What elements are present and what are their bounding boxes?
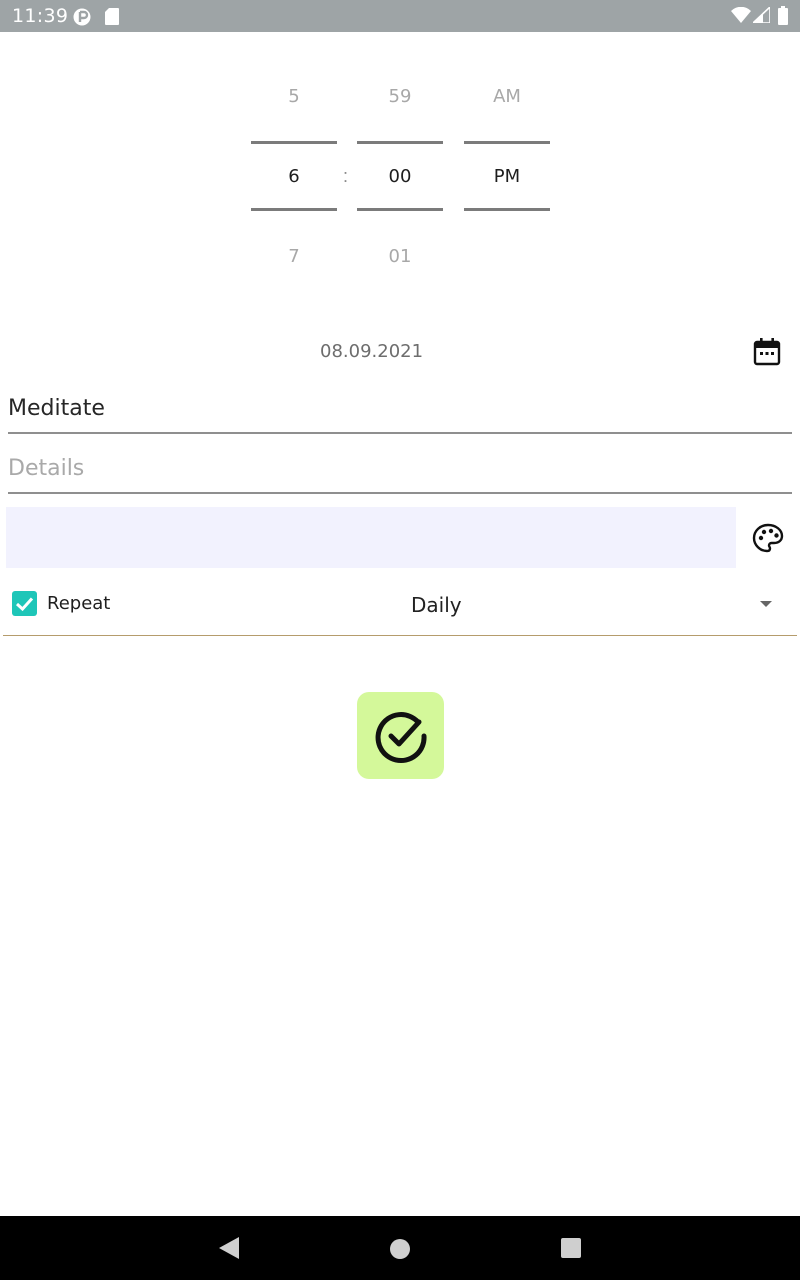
period-current[interactable]: PM — [464, 166, 550, 187]
back-icon[interactable] — [219, 1237, 239, 1259]
repeat-checkbox[interactable] — [12, 591, 37, 616]
minute-picker[interactable]: 59 00 01 — [357, 60, 443, 280]
cell-signal-icon — [753, 7, 770, 23]
period-prev[interactable]: AM — [464, 86, 550, 107]
hour-picker[interactable]: 5 6 7 — [251, 60, 337, 280]
app-notification-icon — [73, 8, 91, 26]
period-top-divider — [464, 141, 550, 144]
color-preview-bar[interactable] — [6, 507, 736, 568]
minute-bottom-divider — [357, 208, 443, 211]
check-circle-icon — [375, 711, 427, 763]
repeat-frequency-dropdown[interactable]: Daily — [3, 578, 797, 636]
time-separator: : — [343, 166, 349, 186]
status-time: 11:39 — [12, 5, 69, 27]
battery-icon — [778, 6, 788, 25]
status-bar: 11:39 — [0, 0, 800, 32]
period-picker[interactable]: AM PM — [464, 60, 550, 280]
hour-top-divider — [251, 141, 337, 144]
title-field-value: Meditate — [8, 396, 105, 421]
recents-icon[interactable] — [561, 1238, 581, 1258]
minute-current[interactable]: 00 — [357, 166, 443, 187]
palette-icon[interactable] — [752, 523, 784, 553]
hour-bottom-divider — [251, 208, 337, 211]
confirm-button[interactable] — [357, 692, 444, 779]
calendar-icon[interactable] — [752, 337, 782, 367]
hour-current[interactable]: 6 — [251, 166, 337, 187]
repeat-label[interactable]: Repeat — [47, 593, 110, 614]
details-field[interactable]: Details — [8, 450, 792, 494]
minute-top-divider — [357, 141, 443, 144]
home-icon[interactable] — [390, 1239, 410, 1259]
sd-card-icon — [105, 8, 119, 25]
checkmark-icon — [15, 597, 34, 612]
repeat-frequency-value: Daily — [411, 593, 462, 617]
period-bottom-divider — [464, 208, 550, 211]
hour-next[interactable]: 7 — [251, 246, 337, 267]
minute-next[interactable]: 01 — [357, 246, 443, 267]
date-display[interactable]: 08.09.2021 — [320, 341, 423, 362]
details-field-placeholder: Details — [8, 456, 85, 481]
minute-prev[interactable]: 59 — [357, 86, 443, 107]
hour-prev[interactable]: 5 — [251, 86, 337, 107]
chevron-down-icon — [760, 601, 772, 607]
wifi-icon — [731, 7, 751, 23]
title-field[interactable]: Meditate — [8, 390, 792, 434]
